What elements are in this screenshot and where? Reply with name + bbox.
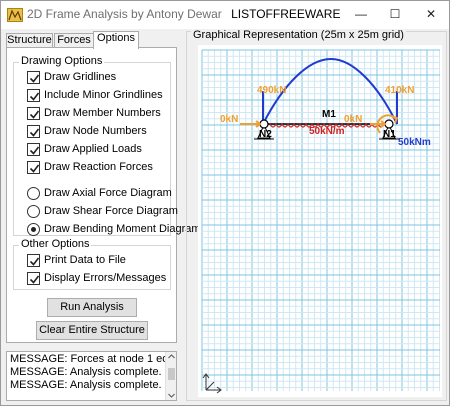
- options-panel: Drawing Options Draw Gridlines Include M…: [6, 47, 201, 343]
- checkbox-label: Draw Applied Loads: [44, 143, 142, 155]
- checkbox-box[interactable]: [27, 89, 40, 102]
- radio-selected-dot: [31, 227, 36, 232]
- log-scrollbar[interactable]: [165, 352, 176, 400]
- tab-options[interactable]: Options: [93, 31, 139, 49]
- check-icon: [29, 164, 40, 173]
- axes-icon: [202, 373, 222, 394]
- tab-structure[interactable]: Structure: [6, 33, 53, 48]
- check-icon: [29, 257, 40, 266]
- checkbox-box[interactable]: [27, 161, 40, 174]
- app-window: 2D Frame Analysis by Antony Dewar LISTOF…: [0, 0, 450, 406]
- checkbox-label: Print Data to File: [44, 254, 126, 266]
- radio-label: Draw Bending Moment Diagram: [44, 223, 201, 235]
- structure-layer: 490kN 410kN 0kN 0kN M1 N2 N1 50kN/m 50kN…: [202, 57, 431, 394]
- message-line: MESSAGE: Forces at node 1 edited.: [10, 353, 177, 365]
- drawing-options-title: Drawing Options: [19, 55, 105, 67]
- checkbox-box[interactable]: [27, 107, 40, 120]
- node-label-left: N2: [259, 129, 272, 140]
- graph-title: Graphical Representation (25m x 25m grid…: [191, 29, 406, 41]
- minimize-button[interactable]: —: [344, 1, 378, 29]
- window-title: 2D Frame Analysis by Antony Dewar LISTOF…: [27, 7, 340, 21]
- brand-label: LISTOFFREEWARE: [231, 7, 341, 21]
- checkbox-label: Draw Member Numbers: [44, 107, 161, 119]
- message-log[interactable]: MESSAGE: Forces at node 1 edited. MESSAG…: [6, 351, 177, 401]
- checkbox-label: Draw Gridlines: [44, 71, 117, 83]
- moment-label-right: 410kN: [385, 85, 414, 96]
- app-frame-icon: [7, 8, 23, 22]
- other-options-title: Other Options: [19, 238, 92, 250]
- checkbox-box[interactable]: [27, 143, 40, 156]
- checkbox-label: Draw Reaction Forces: [44, 161, 153, 173]
- checkbox-label: Draw Node Numbers: [44, 125, 147, 137]
- check-icon: [29, 110, 40, 119]
- close-button[interactable]: ✕: [414, 1, 448, 29]
- message-line: MESSAGE: Analysis complete.: [10, 366, 162, 378]
- checkbox-box[interactable]: [27, 71, 40, 84]
- reaction-label-mid: 0kN: [344, 114, 362, 125]
- clear-structure-button[interactable]: Clear Entire Structure: [36, 321, 148, 340]
- member-label: M1: [322, 109, 336, 120]
- check-icon: [29, 146, 40, 155]
- checkbox-label: Display Errors/Messages: [44, 272, 167, 284]
- radio-circle[interactable]: [27, 223, 40, 236]
- check-icon: [29, 92, 40, 101]
- title-bar: 2D Frame Analysis by Antony Dewar LISTOF…: [1, 1, 449, 29]
- other-options-group: Other Options Print Data to File Display…: [13, 238, 171, 290]
- radio-circle[interactable]: [27, 187, 40, 200]
- check-icon: [29, 128, 40, 137]
- radio-label: Draw Shear Force Diagram: [44, 205, 178, 217]
- checkbox-label: Include Minor Grindlines: [44, 89, 163, 101]
- applied-moment-label: 50kNm: [398, 137, 431, 148]
- tab-forces[interactable]: Forces: [54, 33, 94, 48]
- run-analysis-button[interactable]: Run Analysis: [47, 298, 137, 317]
- checkbox-box[interactable]: [27, 125, 40, 138]
- drawing-options-group: Drawing Options Draw Gridlines Include M…: [13, 55, 201, 236]
- moment-label-left: 490kN: [257, 85, 286, 96]
- check-icon: [29, 74, 40, 83]
- checkbox-box[interactable]: [27, 272, 40, 285]
- check-icon: [29, 275, 40, 284]
- reaction-label-left: 0kN: [220, 114, 238, 125]
- checkbox-box[interactable]: [27, 254, 40, 267]
- maximize-button[interactable]: ☐: [378, 1, 412, 29]
- radio-label: Draw Axial Force Diagram: [44, 187, 172, 199]
- structure-canvas[interactable]: 490kN 410kN 0kN 0kN M1 N2 N1 50kN/m 50kN…: [198, 45, 442, 397]
- radio-circle[interactable]: [27, 205, 40, 218]
- distributed-load-label: 50kN/m: [309, 126, 345, 137]
- scrollbar-arrows: [168, 354, 175, 398]
- message-line: MESSAGE: Analysis complete.: [10, 379, 162, 391]
- node-label-right: N1: [383, 129, 396, 140]
- app-title: 2D Frame Analysis by Antony Dewar: [27, 7, 222, 21]
